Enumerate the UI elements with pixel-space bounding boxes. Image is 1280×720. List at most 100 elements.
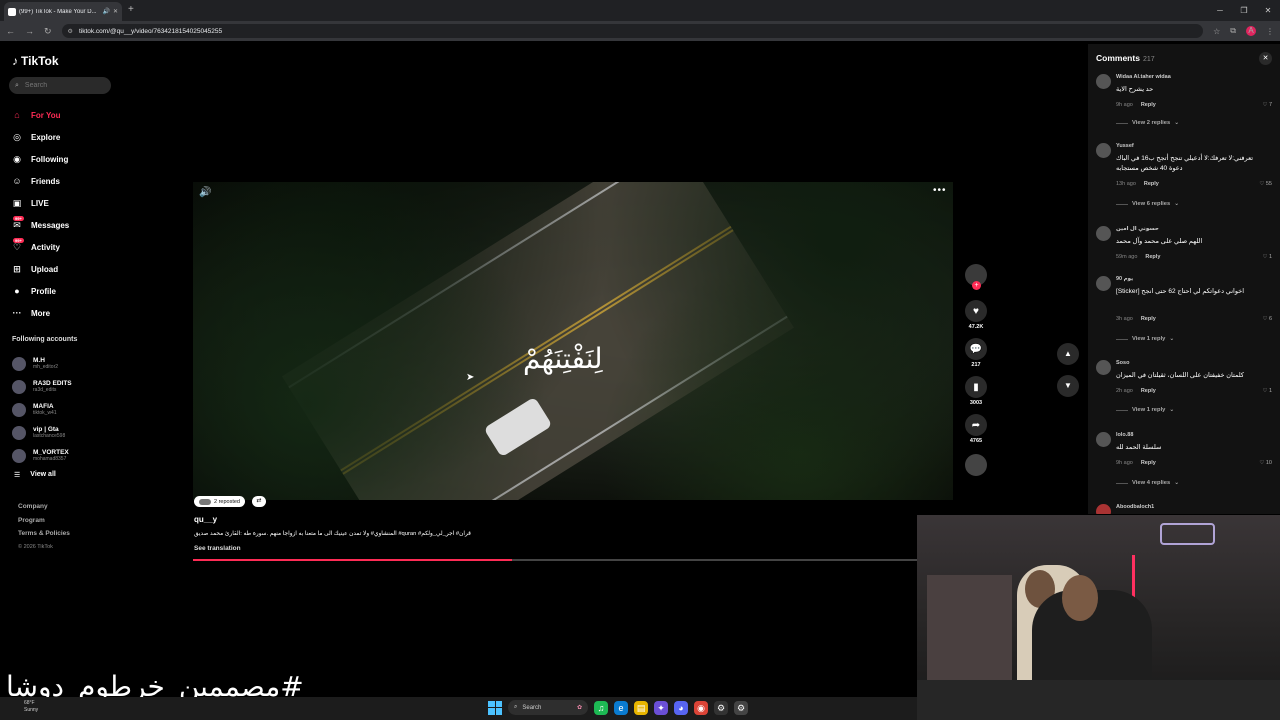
nav-for-you[interactable]: ⌂ For You xyxy=(11,104,69,126)
spotify-icon[interactable]: ♫ xyxy=(594,700,608,715)
back-icon[interactable]: ← xyxy=(6,26,15,36)
comment-likes[interactable]: ♡ 1 xyxy=(1262,388,1272,394)
comment-likes[interactable]: ♡ 7 xyxy=(1262,102,1272,108)
avatar[interactable] xyxy=(1096,143,1111,158)
discord-icon[interactable]: ◕ xyxy=(674,700,688,715)
reply-button[interactable]: Reply xyxy=(1141,316,1156,322)
profile-avatar[interactable]: A xyxy=(1246,26,1256,36)
nav-explore[interactable]: ◎ Explore xyxy=(11,126,69,148)
nav-following[interactable]: ◉ Following xyxy=(11,148,69,170)
comment-user[interactable]: Yussef xyxy=(1116,143,1134,149)
site-info-icon[interactable]: ⚙ xyxy=(68,28,73,35)
comment-user[interactable]: Aboodbaloch1 xyxy=(1116,504,1154,510)
share-action[interactable]: ➦ 4765 xyxy=(963,414,989,444)
repost-icon[interactable]: ⇄ xyxy=(252,496,266,507)
heart-icon[interactable]: ♥ xyxy=(965,300,987,322)
view-replies-button[interactable]: View 1 reply ⌄ xyxy=(1116,407,1174,413)
previous-video-button[interactable]: ▲ xyxy=(1057,343,1079,365)
nav-upload[interactable]: ⊞ Upload xyxy=(11,258,69,280)
weather-widget[interactable]: 68°F Sunny xyxy=(24,700,38,713)
close-window-icon[interactable]: ✕ xyxy=(1256,0,1280,21)
edge-icon[interactable]: e xyxy=(614,700,628,715)
avatar[interactable] xyxy=(1096,360,1111,375)
reposted-pill[interactable]: 2 reposted xyxy=(194,496,245,507)
app-icon[interactable]: ⚙ xyxy=(714,700,728,715)
search-input[interactable] xyxy=(24,82,105,89)
settings-icon[interactable]: ⚙ xyxy=(734,700,748,715)
avatar[interactable] xyxy=(1096,432,1111,447)
reload-icon[interactable]: ↻ xyxy=(44,26,52,37)
comment-likes[interactable]: ♡ 10 xyxy=(1259,460,1272,466)
volume-icon[interactable]: 🔊 xyxy=(199,187,211,198)
account-item[interactable]: M_VORTEX mohamad8357 xyxy=(12,444,72,467)
video-progress-bar[interactable] xyxy=(193,559,917,561)
chrome-icon[interactable]: ◉ xyxy=(694,700,708,715)
nav-messages[interactable]: ✉ 99+ Messages xyxy=(11,214,69,236)
account-item[interactable]: MAFIA tiktok_w41 xyxy=(12,398,72,421)
view-replies-button[interactable]: View 6 replies ⌄ xyxy=(1116,201,1179,207)
nav-more[interactable]: ··· More xyxy=(11,302,69,324)
extensions-icon[interactable]: ⧉ xyxy=(1230,26,1236,36)
avatar[interactable] xyxy=(1096,504,1111,514)
reply-button[interactable]: Reply xyxy=(1144,181,1159,187)
music-disc-icon[interactable] xyxy=(965,454,987,476)
reply-button[interactable]: Reply xyxy=(1141,102,1156,108)
reply-button[interactable]: Reply xyxy=(1141,388,1156,394)
bookmark-star-icon[interactable]: ☆ xyxy=(1213,27,1220,36)
maximize-icon[interactable]: ❐ xyxy=(1232,0,1256,21)
footer-terms-link[interactable]: Terms & Policies xyxy=(18,530,70,544)
copilot-icon[interactable]: ✦ xyxy=(654,700,668,715)
avatar[interactable] xyxy=(1096,74,1111,89)
minimize-icon[interactable]: ─ xyxy=(1208,0,1232,21)
share-icon[interactable]: ➦ xyxy=(965,414,987,436)
tab-close-icon[interactable]: ✕ xyxy=(113,8,118,15)
url-field[interactable]: ⚙ tiktok.com/@qu__y/video/76342181540250… xyxy=(61,24,1204,38)
video-more-icon[interactable]: ••• xyxy=(933,185,947,196)
new-tab-icon[interactable]: + xyxy=(128,4,134,15)
footer-company-link[interactable]: Company xyxy=(18,503,70,517)
view-all-button[interactable]: ☰ View all xyxy=(14,471,56,479)
comment-icon[interactable]: 💬 xyxy=(965,338,987,360)
windows-start-icon[interactable] xyxy=(488,700,502,715)
account-item[interactable]: vip | Gta lastchance598 xyxy=(12,421,72,444)
comment-user[interactable]: lolo.88 xyxy=(1116,432,1133,438)
comment-user[interactable]: Soso xyxy=(1116,360,1129,366)
see-translation-link[interactable]: See translation xyxy=(194,545,241,552)
next-video-button[interactable]: ▼ xyxy=(1057,375,1079,397)
view-replies-button[interactable]: View 4 replies ⌄ xyxy=(1116,480,1179,486)
comment-user[interactable]: حسوني ال امين xyxy=(1116,226,1159,232)
account-item[interactable]: M.H mh_editor2 xyxy=(12,352,72,375)
footer-program-link[interactable]: Program xyxy=(18,517,70,531)
search-box[interactable]: ⌕ xyxy=(9,77,111,94)
avatar[interactable] xyxy=(1096,276,1111,291)
video-player[interactable]: لِنَفْتِنَهُمْ xyxy=(193,182,953,500)
comment-user[interactable]: Widaa Al.taher widaa xyxy=(1116,74,1171,80)
menu-icon[interactable]: ⋮ xyxy=(1266,27,1274,36)
forward-icon[interactable]: → xyxy=(25,26,34,36)
comment-user[interactable]: يوم 90 xyxy=(1116,276,1133,282)
view-replies-button[interactable]: View 1 reply ⌄ xyxy=(1116,336,1174,342)
file-explorer-icon[interactable]: ▤ xyxy=(634,700,648,715)
close-comments-icon[interactable]: ✕ xyxy=(1259,52,1272,65)
nav-activity[interactable]: ♡ 99+ Activity xyxy=(11,236,69,258)
reply-button[interactable]: Reply xyxy=(1141,460,1156,466)
video-author[interactable]: qu__y xyxy=(194,515,217,524)
view-replies-button[interactable]: View 2 replies ⌄ xyxy=(1116,120,1179,126)
avatar[interactable] xyxy=(1096,226,1111,241)
browser-tab[interactable]: (99+) TikTok - Make Your D... 🔊 ✕ xyxy=(4,2,122,21)
comment-likes[interactable]: ♡ 1 xyxy=(1262,254,1272,260)
comment-action[interactable]: 💬 217 xyxy=(963,338,989,368)
save-action[interactable]: ▮ 3003 xyxy=(963,376,989,406)
tab-audio-icon[interactable]: 🔊 xyxy=(102,8,109,15)
comment-likes[interactable]: ♡ 6 xyxy=(1262,316,1272,322)
nav-profile[interactable]: ● Profile xyxy=(11,280,69,302)
creator-avatar[interactable]: + xyxy=(965,264,987,290)
nav-friends[interactable]: ☺ Friends xyxy=(11,170,69,192)
account-item[interactable]: RA3D EDITS ra3d_edits xyxy=(12,375,72,398)
taskbar-search[interactable]: ⌕ Search ✿ xyxy=(508,700,588,715)
nav-live[interactable]: ▣ LIVE xyxy=(11,192,69,214)
tiktok-logo[interactable]: ♪ TikTok xyxy=(12,54,59,68)
like-action[interactable]: ♥ 47.2K xyxy=(963,300,989,330)
comment-likes[interactable]: ♡ 55 xyxy=(1259,181,1272,187)
follow-plus-icon[interactable]: + xyxy=(972,281,981,290)
